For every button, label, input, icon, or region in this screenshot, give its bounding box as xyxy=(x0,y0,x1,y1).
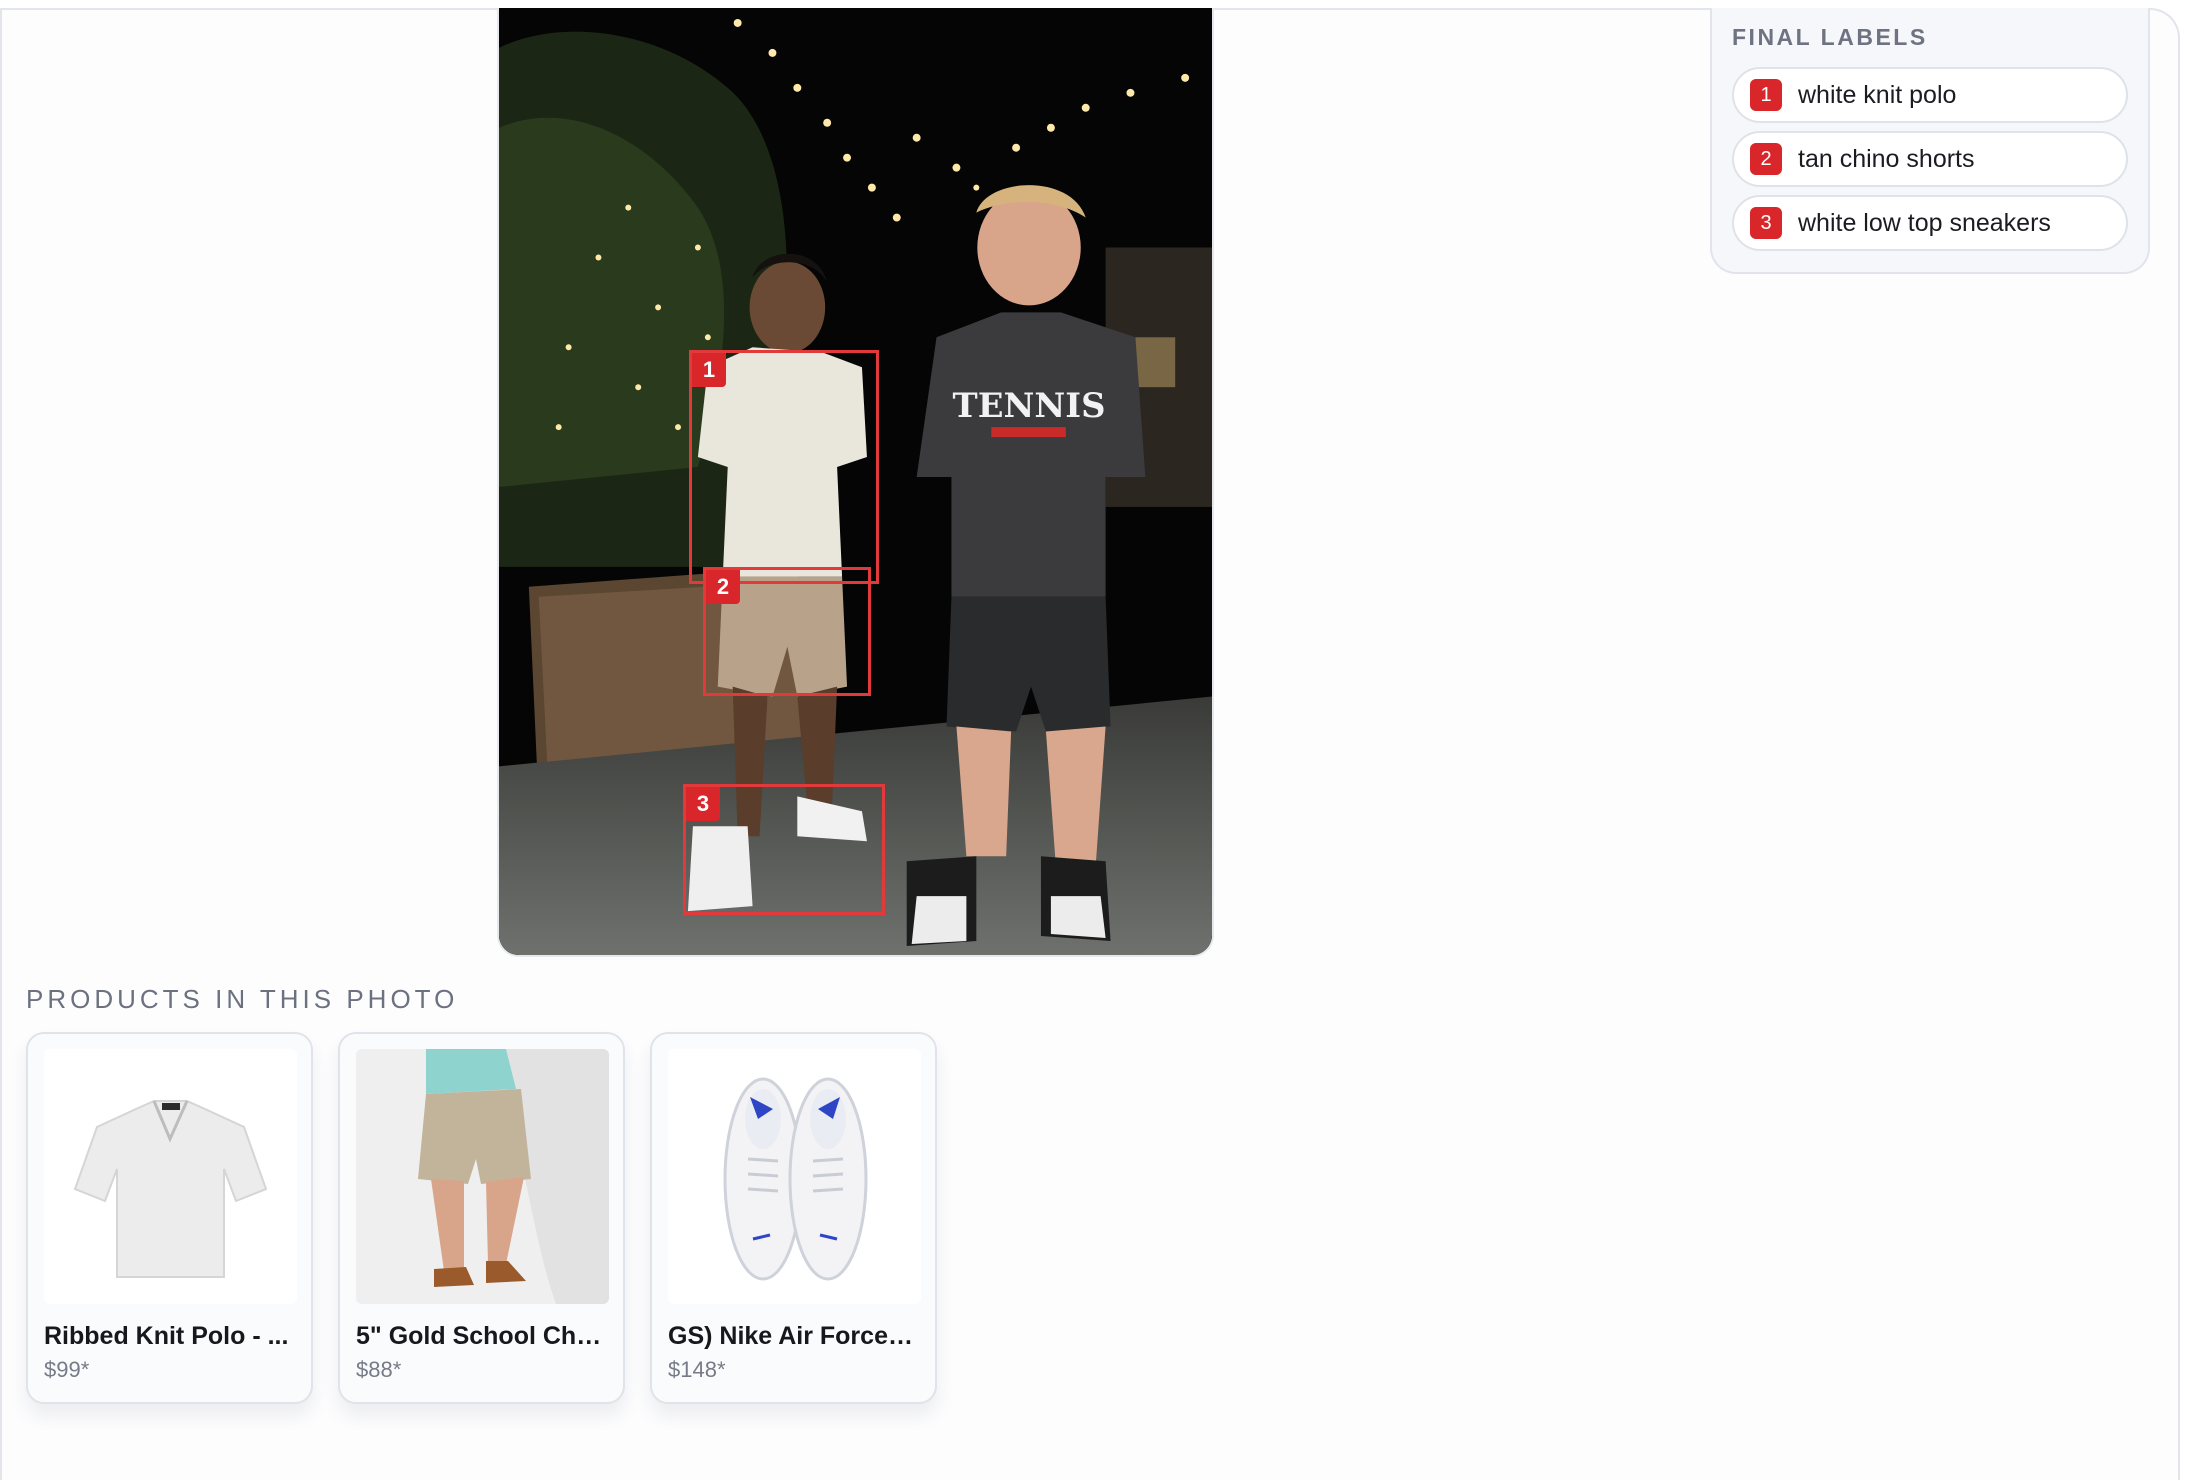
number-badge: 1 xyxy=(1750,79,1782,111)
sneakers-image xyxy=(668,1049,921,1304)
detection-tag: 1 xyxy=(692,353,726,387)
product-price: $88* xyxy=(356,1357,402,1382)
number-badge: 2 xyxy=(1750,143,1782,175)
product-price: $148* xyxy=(668,1357,726,1382)
label-item-2[interactable]: 2 tan chino shorts xyxy=(1732,131,2128,187)
detection-tag: 2 xyxy=(706,570,740,604)
detection-box-2[interactable]: 2 xyxy=(703,567,871,696)
detection-box-3[interactable]: 3 xyxy=(683,784,885,915)
label-text: white low top sneakers xyxy=(1798,208,2051,237)
polo-shirt-image xyxy=(44,1049,297,1304)
final-labels-panel: FINAL LABELS 1 white knit polo 2 tan chi… xyxy=(1710,8,2150,274)
label-text: tan chino shorts xyxy=(1798,144,1975,173)
label-item-1[interactable]: 1 white knit polo xyxy=(1732,67,2128,123)
panel-title: FINAL LABELS xyxy=(1732,24,1928,50)
number-badge: 3 xyxy=(1750,207,1782,239)
product-name: Ribbed Knit Polo - ... xyxy=(44,1322,289,1350)
product-name: GS) Nike Air Force 1 ... xyxy=(668,1322,919,1350)
products-heading: PRODUCTS IN THIS PHOTO xyxy=(26,984,459,1014)
label-item-3[interactable]: 3 white low top sneakers xyxy=(1732,195,2128,251)
product-card-shorts[interactable]: 5" Gold School Chin... $88* xyxy=(338,1032,625,1404)
product-card-sneakers[interactable]: GS) Nike Air Force 1 ... $148* xyxy=(650,1032,937,1404)
product-price: $99* xyxy=(44,1357,90,1382)
label-text: white knit polo xyxy=(1798,80,1957,109)
product-card-polo[interactable]: Ribbed Knit Polo - ... $99* xyxy=(26,1032,313,1404)
detection-tag: 3 xyxy=(686,787,720,821)
product-name: 5" Gold School Chin... xyxy=(356,1322,607,1350)
main-photo[interactable]: TENNIS 1 2 3 xyxy=(497,8,1214,957)
chino-shorts-image xyxy=(356,1049,609,1304)
shirt-print-text: TENNIS xyxy=(953,385,1106,425)
detection-box-1[interactable]: 1 xyxy=(689,350,879,584)
